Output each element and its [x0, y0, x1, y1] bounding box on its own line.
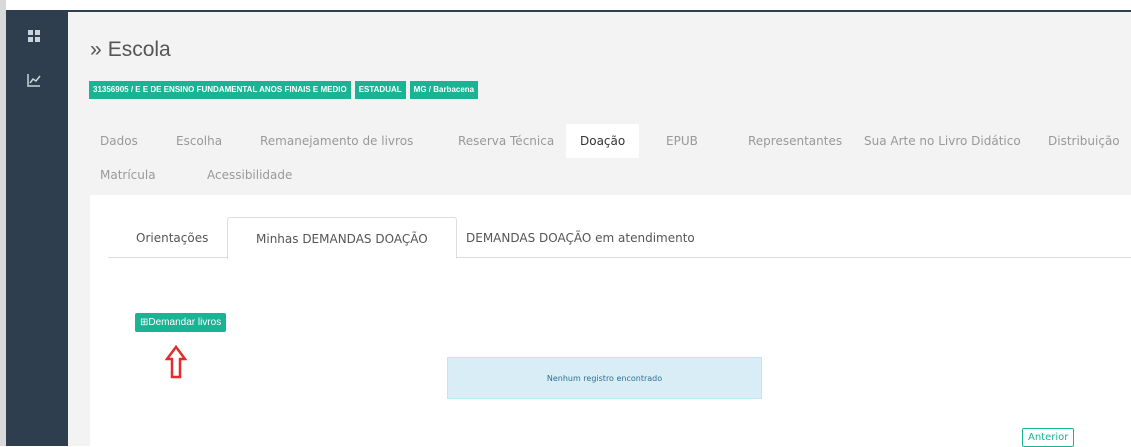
tab-reserva-tecnica[interactable]: Reserva Técnica	[458, 134, 554, 148]
subtab-demandas-atendimento[interactable]: DEMANDAS DOAÇÃO em atendimento	[438, 217, 723, 256]
subtab-minhas-demandas[interactable]: Minhas DEMANDAS DOAÇÃO	[227, 217, 457, 259]
empty-state-alert: Nenhum registro encontrado	[447, 357, 762, 399]
location-badge: MG / Barbacena	[409, 81, 479, 99]
network-badge: ESTADUAL	[354, 81, 406, 99]
sub-tabs: Orientações Minhas DEMANDAS DOAÇÃO DEMAN…	[108, 217, 1131, 259]
demandar-livros-button[interactable]: ⊞Demandar livros	[135, 313, 227, 332]
page-title: » Escola	[90, 38, 171, 62]
sidebar	[6, 10, 68, 446]
main-tabs: Dados Escolha Remanejamento de livros Re…	[90, 124, 1131, 184]
page-title-text: Escola	[107, 38, 171, 61]
tab-matricula[interactable]: Matrícula	[100, 168, 156, 182]
grid-icon[interactable]	[26, 28, 42, 44]
demandar-livros-label: Demandar livros	[148, 317, 222, 328]
previous-page-button[interactable]: Anterior	[1022, 428, 1075, 447]
main-content: » Escola 31356905 / E E DE ENSINO FUNDAME…	[68, 12, 1131, 447]
school-badges: 31356905 / E E DE ENSINO FUNDAMENTAL ANO…	[89, 81, 479, 99]
tab-dados[interactable]: Dados	[100, 134, 138, 148]
tab-doacao[interactable]: Doação	[566, 124, 640, 158]
tab-remanejamento[interactable]: Remanejamento de livros	[260, 134, 413, 148]
tab-representantes[interactable]: Representantes	[748, 134, 842, 148]
tab-epub[interactable]: EPUB	[666, 134, 698, 148]
up-arrow-annotation-icon	[165, 345, 187, 379]
tab-distribuicao[interactable]: Distribuição	[1048, 134, 1120, 148]
doacao-panel: Orientações Minhas DEMANDAS DOAÇÃO DEMAN…	[90, 195, 1131, 447]
empty-state-text: Nenhum registro encontrado	[546, 373, 663, 383]
tab-acessibilidade[interactable]: Acessibilidade	[207, 168, 292, 182]
school-code-badge: 31356905 / E E DE ENSINO FUNDAMENTAL ANO…	[89, 81, 351, 99]
chart-line-icon[interactable]	[26, 72, 42, 88]
subtab-orientacoes[interactable]: Orientações	[108, 217, 236, 256]
tab-sua-arte[interactable]: Sua Arte no Livro Didático	[864, 134, 1021, 148]
raquo-icon: »	[90, 38, 102, 61]
tab-escolha[interactable]: Escolha	[176, 134, 222, 148]
